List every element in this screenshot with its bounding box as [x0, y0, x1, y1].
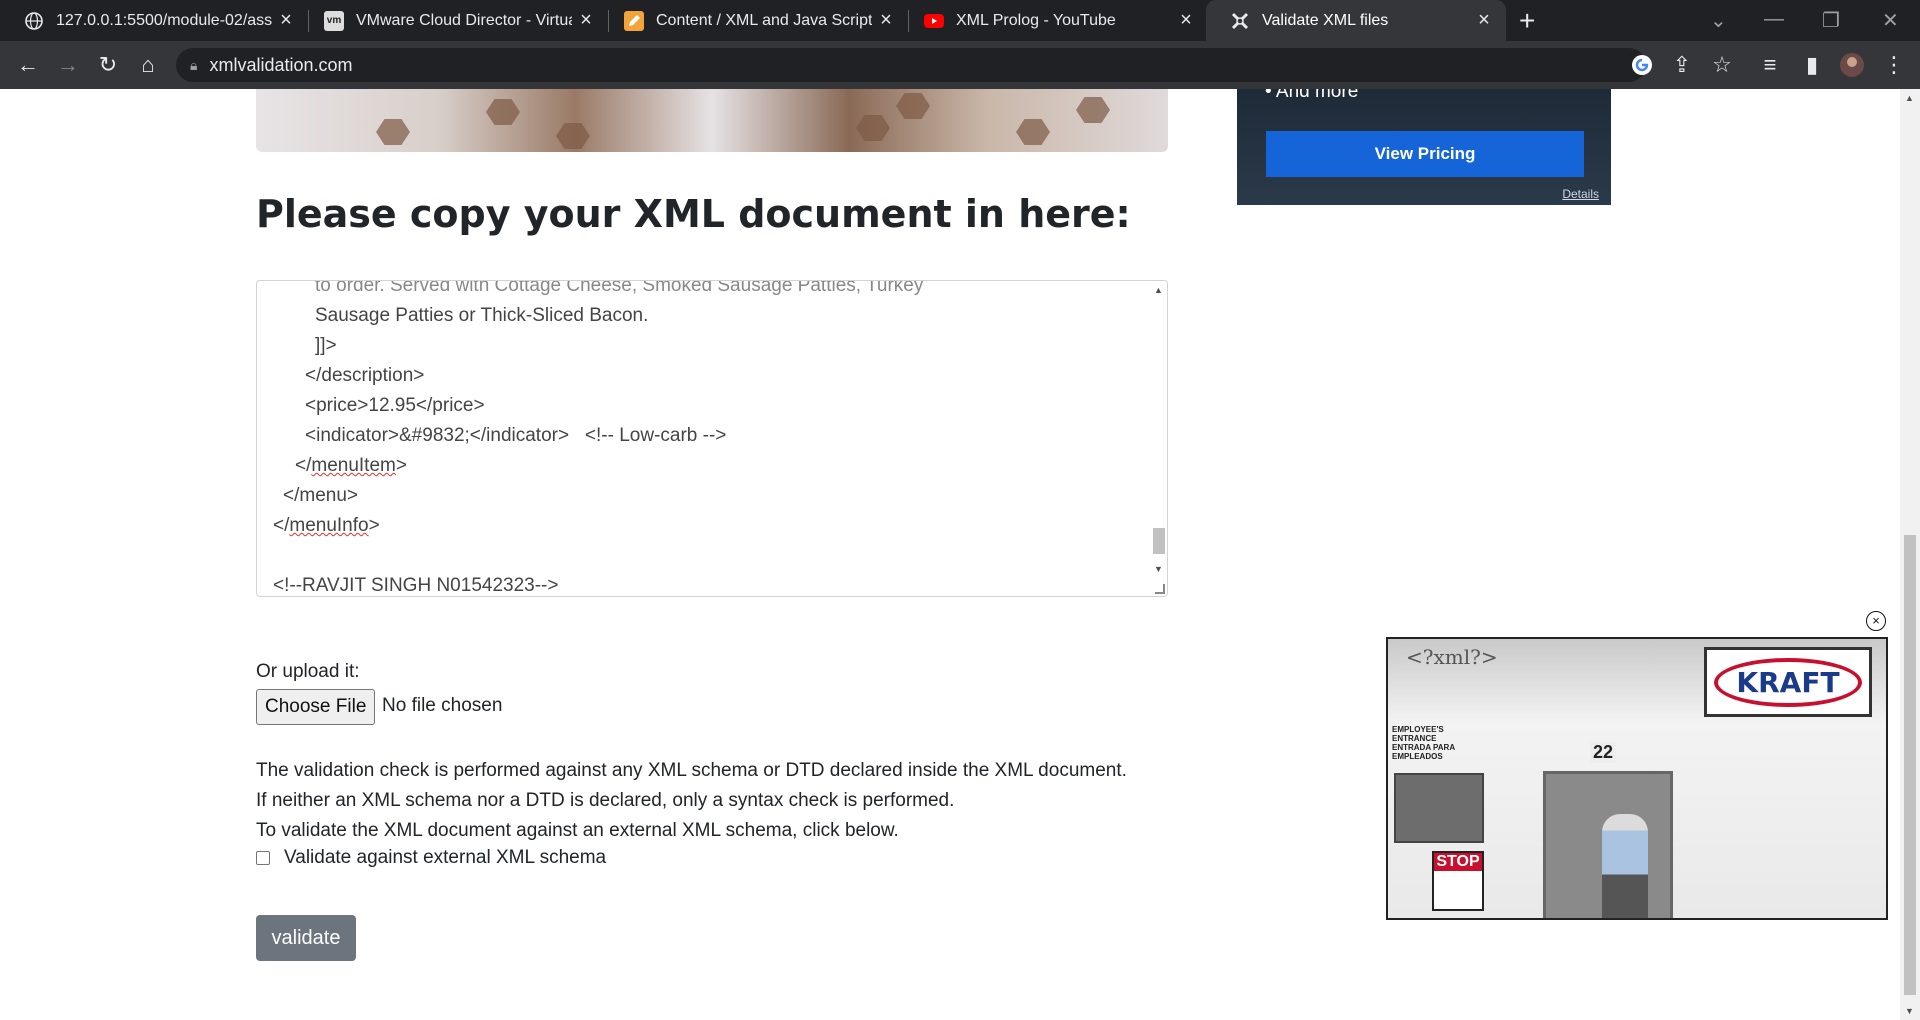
close-tab-icon[interactable]: ×	[1172, 9, 1200, 32]
upload-label: Or upload it:	[256, 661, 360, 682]
xml-textarea[interactable]: to order. Served with Cottage Cheese, Sm…	[256, 280, 1168, 597]
brand-sign: KRAFT	[1704, 647, 1872, 717]
editor-scrollbar[interactable]: ▲ ▼	[1149, 281, 1167, 596]
restore-button[interactable]: ❐	[1822, 8, 1840, 33]
ad-bullet: • And more	[1265, 89, 1359, 102]
close-video-icon[interactable]: ×	[1866, 611, 1886, 631]
external-schema-option: Validate against external XML schema	[256, 847, 606, 869]
building-window	[1394, 773, 1484, 843]
menu-kebab-icon[interactable]: ⋮	[1880, 51, 1908, 79]
person-figure	[1602, 814, 1648, 918]
page-heading: Please copy your XML document in here:	[256, 192, 1131, 236]
floating-video-player[interactable]: <?xml?> KRAFT EMPLOYEE'S ENTRANCE ENTRADA …	[1386, 637, 1888, 920]
editor-line: </menuInfo>	[273, 515, 380, 536]
editor-scroll-thumb[interactable]	[1153, 528, 1165, 554]
editor-line: </menuItem>	[295, 455, 407, 476]
entrance-sign: EMPLOYEE'S ENTRANCE ENTRADA PARA EMPLEADOS	[1392, 725, 1456, 761]
close-tab-icon[interactable]: ×	[872, 9, 900, 32]
checkbox-label: Validate against external XML schema	[284, 847, 607, 868]
tab-local-assignment[interactable]: 127.0.0.1:5500/module-02/assign ×	[0, 0, 308, 41]
home-icon[interactable]: ⌂	[134, 51, 162, 79]
close-window-button[interactable]: ✕	[1882, 8, 1899, 33]
ad-details-link[interactable]: Details	[1562, 187, 1599, 201]
back-icon[interactable]: ←	[14, 51, 42, 79]
close-tab-icon[interactable]: ×	[1470, 9, 1498, 32]
tab-content-xml[interactable]: Content / XML and Java Script - ×	[600, 0, 908, 41]
tab-title: XML Prolog - YouTube	[956, 11, 1116, 29]
editor-line: <indicator>&#9832;</indicator> <!-- Low-…	[305, 425, 727, 446]
pencil-doc-icon	[624, 10, 644, 31]
editor-line: <price>12.95</price>	[305, 395, 485, 416]
page-scrollbar[interactable]: ▲ ▼	[1900, 89, 1920, 1020]
vm-icon: vm	[324, 10, 344, 31]
advertisement: • And more View Pricing Details	[1237, 89, 1611, 205]
close-tab-icon[interactable]: ×	[572, 9, 600, 32]
info-line: The validation check is performed agains…	[256, 760, 1127, 781]
reload-icon[interactable]: ↻	[94, 51, 122, 79]
google-icon[interactable]	[1628, 51, 1656, 79]
editor-line: ]]>	[315, 335, 337, 356]
youtube-icon	[924, 11, 944, 31]
validate-button[interactable]: validate	[256, 915, 356, 961]
stop-sign: STOP	[1432, 851, 1484, 911]
editor-content: to order. Served with Cottage Cheese, Sm…	[273, 280, 924, 596]
tab-youtube[interactable]: XML Prolog - YouTube ×	[900, 0, 1208, 41]
new-tab-button[interactable]: +	[1519, 5, 1535, 37]
door-number: 22	[1590, 742, 1617, 763]
choose-file-button[interactable]: Choose File	[256, 689, 376, 725]
editor-line: Sausage Patties or Thick-Sliced Bacon.	[315, 305, 649, 326]
tab-title: Content / XML and Java Script -	[656, 11, 872, 29]
forward-icon[interactable]: →	[54, 51, 82, 79]
tab-title: 127.0.0.1:5500/module-02/assign	[56, 11, 272, 29]
tab-vmware[interactable]: vm VMware Cloud Director - Virtual ×	[300, 0, 608, 41]
validation-info: The validation check is performed agains…	[256, 756, 1127, 846]
side-panel-icon[interactable]: ▮	[1798, 51, 1826, 79]
media-queue-icon[interactable]: ≡	[1756, 51, 1784, 79]
url-text: xmlvalidation.com	[209, 54, 353, 75]
lock-icon: 🔒︎	[190, 56, 198, 73]
scroll-up-icon[interactable]: ▲	[1154, 285, 1163, 295]
editor-line: </menu>	[283, 485, 358, 506]
editor-line: <!--RAVJIT SINGH N01542323-->	[273, 575, 559, 596]
globe-icon	[24, 11, 44, 31]
info-line: If neither an XML schema nor a DTD is de…	[256, 790, 955, 811]
scroll-down-icon[interactable]: ▼	[1154, 564, 1163, 574]
hero-image	[256, 89, 1168, 152]
scroll-up-icon[interactable]: ▲	[1905, 93, 1914, 103]
file-status: No file chosen	[382, 695, 503, 716]
info-line: To validate the XML document against an …	[256, 820, 899, 841]
view-pricing-button[interactable]: View Pricing	[1266, 131, 1584, 177]
profile-avatar[interactable]	[1838, 51, 1866, 79]
tab-validate-xml[interactable]: Validate XML files ×	[1206, 0, 1506, 41]
page-scroll-thumb[interactable]	[1904, 535, 1916, 995]
share-icon[interactable]: ⇪	[1668, 51, 1696, 79]
close-tab-icon[interactable]: ×	[272, 9, 300, 32]
editor-line: </description>	[305, 365, 425, 386]
address-bar[interactable]: 🔒︎ xmlvalidation.com	[176, 48, 1646, 82]
video-overlay-text: <?xml?>	[1406, 645, 1498, 669]
tab-strip: 127.0.0.1:5500/module-02/assign × vm VMw…	[0, 0, 1920, 41]
xml-validation-icon	[1230, 11, 1250, 31]
scroll-down-icon[interactable]: ▼	[1905, 1006, 1914, 1016]
editor-line: to order. Served with Cottage Cheese, Sm…	[315, 280, 924, 296]
resize-grip-icon[interactable]	[1155, 584, 1165, 594]
tab-title: VMware Cloud Director - Virtual	[356, 11, 572, 29]
browser-toolbar: ← → ↻ ⌂ 🔒︎ xmlvalidation.com ⇪ ☆ ≡ ▮ ⋮	[0, 41, 1920, 89]
tab-title: Validate XML files	[1262, 11, 1389, 29]
bookmark-star-icon[interactable]: ☆	[1708, 51, 1736, 79]
tab-search-icon[interactable]: ⌄	[1710, 8, 1727, 33]
minimize-button[interactable]: —	[1764, 8, 1784, 31]
external-schema-checkbox[interactable]	[256, 851, 270, 865]
